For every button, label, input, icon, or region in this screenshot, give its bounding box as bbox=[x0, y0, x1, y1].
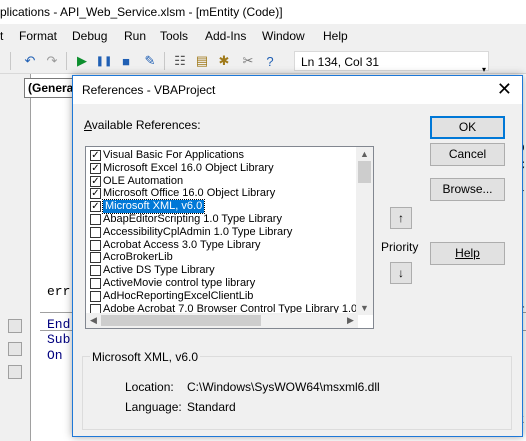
menu-debug[interactable]: Debug bbox=[72, 29, 107, 43]
location-label: Location: bbox=[125, 380, 174, 394]
reference-name: Microsoft XML, v6.0 bbox=[101, 199, 206, 215]
toolbox-icon[interactable]: ✂ bbox=[240, 53, 256, 69]
reference-name: Acrobat Access 3.0 Type Library bbox=[103, 238, 261, 251]
code-line: Sub bbox=[47, 332, 71, 347]
priority-up-icon[interactable]: ↑ bbox=[390, 207, 412, 229]
vbe-title-bar: plications - API_Web_Service.xlsm - [mEn… bbox=[0, 0, 526, 24]
reference-checkbox[interactable] bbox=[90, 265, 101, 277]
reference-item[interactable]: ✓ Microsoft Office 16.0 Object Library bbox=[86, 187, 358, 200]
reference-checkbox[interactable] bbox=[90, 226, 101, 238]
scroll-up-icon[interactable]: ▲ bbox=[356, 147, 373, 161]
reference-name: Active DS Type Library bbox=[103, 264, 215, 277]
reference-checkbox[interactable] bbox=[90, 290, 101, 302]
cursor-position-readout: Ln 134, Col 31 bbox=[294, 51, 489, 71]
reference-item[interactable]: ✓ OLE Automation bbox=[86, 175, 358, 188]
help-button[interactable]: Help bbox=[430, 242, 505, 265]
code-line: On bbox=[47, 348, 63, 363]
dialog-title: References - VBAProject bbox=[82, 83, 216, 97]
menu-window[interactable]: Window bbox=[262, 29, 305, 43]
reference-checkbox[interactable] bbox=[90, 278, 101, 289]
panel-icon bbox=[8, 365, 22, 379]
panel-icon bbox=[8, 342, 22, 356]
run-icon[interactable]: ▶ bbox=[74, 53, 90, 69]
scroll-right-icon[interactable]: ▶ bbox=[343, 313, 358, 328]
reference-checkbox[interactable]: ✓ bbox=[90, 201, 101, 213]
vbe-toolbar: ↶ ↷ ▶ ❚❚ ■ ✎ ☷ ▤ ✱ ✂ ? Ln 134, Col 31 ▾ bbox=[0, 47, 526, 74]
panel-icon bbox=[8, 319, 22, 333]
project-explorer-icon[interactable]: ☷ bbox=[172, 53, 188, 69]
menu-help[interactable]: Help bbox=[323, 29, 348, 43]
reference-checkbox[interactable] bbox=[90, 239, 101, 251]
available-references-label: Available References: bbox=[84, 118, 201, 132]
language-label: Language: bbox=[125, 400, 182, 414]
priority-label: Priority bbox=[381, 240, 419, 254]
help-button-label: Help bbox=[455, 246, 480, 260]
reference-item[interactable]: AbapEditorScripting 1.0 Type Library bbox=[86, 213, 358, 226]
reference-checkbox[interactable]: ✓ bbox=[90, 150, 101, 161]
reference-name: AccessibilityCplAdmin 1.0 Type Library bbox=[103, 225, 293, 238]
reference-name: Visual Basic For Applications bbox=[103, 149, 245, 161]
dialog-title-bar: References - VBAProject ✕ bbox=[73, 76, 522, 104]
design-mode-icon[interactable]: ✎ bbox=[142, 53, 158, 69]
reference-item[interactable]: ✓ Microsoft XML, v6.0 bbox=[86, 199, 358, 215]
reference-item[interactable]: AdHocReportingExcelClientLib bbox=[86, 290, 358, 303]
toolbar-separator bbox=[66, 52, 67, 70]
reference-item[interactable]: Acrobat Access 3.0 Type Library bbox=[86, 239, 358, 252]
menu-format[interactable]: Format bbox=[19, 29, 57, 43]
reference-item[interactable]: Active DS Type Library bbox=[86, 264, 358, 277]
help-icon[interactable]: ? bbox=[262, 53, 278, 69]
scroll-down-icon[interactable]: ▼ bbox=[356, 301, 373, 315]
vertical-scrollbar[interactable]: ▲ ▼ bbox=[356, 147, 373, 315]
reference-item[interactable]: ✓ Microsoft Excel 16.0 Object Library bbox=[86, 162, 358, 175]
location-value: C:\Windows\SysWOW64\msxml6.dll bbox=[187, 380, 380, 394]
reference-checkbox[interactable]: ✓ bbox=[90, 162, 101, 174]
toolbar-separator bbox=[164, 52, 165, 70]
scroll-thumb[interactable] bbox=[101, 315, 261, 326]
reference-name: Microsoft Excel 16.0 Object Library bbox=[103, 161, 274, 174]
label-rest: vailable References: bbox=[91, 118, 201, 132]
references-list[interactable]: ✓ Visual Basic For Applications ✓ Microsoft… bbox=[85, 146, 374, 329]
menu-add-ins[interactable]: Add-Ins bbox=[205, 29, 246, 43]
references-dialog: References - VBAProject ✕ Available Refe… bbox=[72, 75, 523, 437]
browse-button[interactable]: Browse... bbox=[430, 178, 505, 201]
scroll-left-icon[interactable]: ◀ bbox=[86, 313, 101, 328]
properties-window-icon[interactable]: ▤ bbox=[194, 53, 210, 69]
reference-name: AbapEditorScripting 1.0 Type Library bbox=[103, 213, 282, 225]
reset-icon[interactable]: ■ bbox=[118, 53, 134, 69]
reference-item[interactable]: ✓ Visual Basic For Applications bbox=[86, 149, 358, 162]
reference-checkbox[interactable]: ✓ bbox=[90, 175, 101, 187]
language-value: Standard bbox=[187, 400, 236, 414]
reference-name: OLE Automation bbox=[103, 174, 184, 187]
details-group-title: Microsoft XML, v6.0 bbox=[90, 350, 201, 364]
vbe-window-title: plications - API_Web_Service.xlsm - [mEn… bbox=[0, 5, 283, 19]
menu-run[interactable]: Run bbox=[124, 29, 146, 43]
cancel-button[interactable]: Cancel bbox=[430, 143, 505, 166]
reference-name: AcroBrokerLib bbox=[103, 251, 173, 264]
reference-item[interactable]: AcroBrokerLib bbox=[86, 251, 358, 264]
reference-checkbox[interactable] bbox=[90, 214, 101, 225]
reference-item[interactable]: ActiveMovie control type library bbox=[86, 277, 358, 290]
reference-item[interactable]: AccessibilityCplAdmin 1.0 Type Library bbox=[86, 226, 358, 239]
code-line: err bbox=[47, 284, 71, 299]
reference-name: ActiveMovie control type library bbox=[103, 277, 256, 289]
object-browser-icon[interactable]: ✱ bbox=[216, 53, 232, 69]
toolbar-separator bbox=[10, 52, 11, 70]
menu-view-partial[interactable]: t bbox=[0, 29, 3, 43]
mnemonic-letter: A bbox=[84, 118, 92, 132]
ok-button[interactable]: OK bbox=[430, 116, 505, 139]
break-icon[interactable]: ❚❚ bbox=[96, 53, 113, 69]
reference-name: Microsoft Office 16.0 Object Library bbox=[103, 187, 276, 200]
reference-checkbox[interactable]: ✓ bbox=[90, 188, 101, 200]
close-icon[interactable]: ✕ bbox=[497, 79, 512, 100]
undo-icon[interactable]: ↶ bbox=[22, 53, 38, 69]
scroll-thumb[interactable] bbox=[358, 161, 371, 183]
reference-name: AdHocReportingExcelClientLib bbox=[103, 289, 254, 302]
vbe-left-panel bbox=[0, 74, 30, 441]
vbe-menu-bar: t Format Debug Run Tools Add-Ins Window … bbox=[0, 24, 526, 47]
priority-down-icon[interactable]: ↓ bbox=[390, 262, 412, 284]
reference-checkbox[interactable] bbox=[90, 252, 101, 264]
menu-tools[interactable]: Tools bbox=[160, 29, 188, 43]
redo-icon[interactable]: ↷ bbox=[44, 53, 60, 69]
horizontal-scrollbar[interactable]: ◀ ▶ bbox=[86, 313, 358, 328]
